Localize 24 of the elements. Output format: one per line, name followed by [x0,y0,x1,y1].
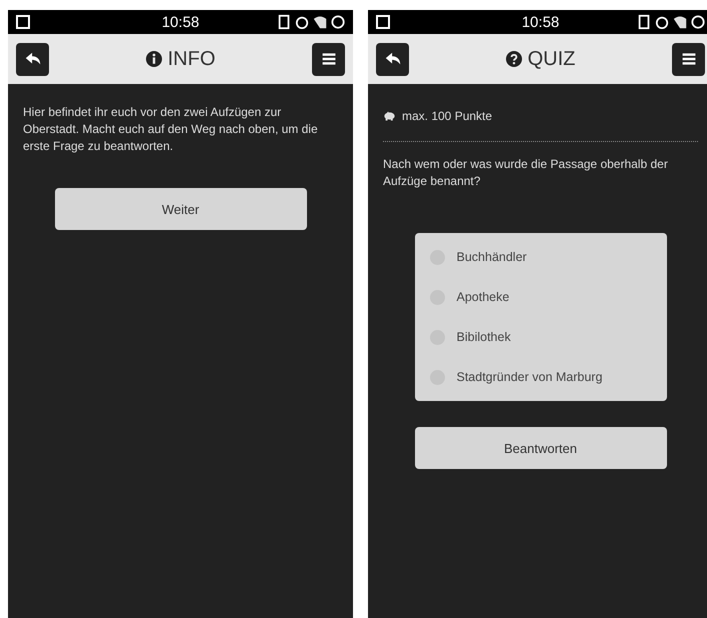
screen-title: INFO [168,48,216,70]
status-time: 10:58 [160,14,200,30]
menu-button[interactable] [672,42,705,76]
piggy-bank-icon [383,111,396,121]
continue-button[interactable]: Weiter [54,188,306,230]
answer-option[interactable]: Buchhändler [430,237,652,277]
answer-option[interactable]: Bibilothek [430,317,652,357]
answer-option[interactable]: Apotheke [430,277,652,317]
answer-button[interactable]: Beantworten [414,427,666,469]
answer-option[interactable]: Stadtgründer von Marburg [430,357,652,397]
back-button[interactable] [16,42,49,76]
square-icon [376,15,390,29]
menu-button[interactable] [312,42,345,76]
status-time: 10:58 [520,14,560,30]
points-label: max. 100 Punkte [402,109,492,123]
info-text: Hier befindet ihr euch vor den zwei Aufzügen zur Oberstadt. Macht euch auf den Weg nach oben, um die erste Frage zu beantworten. [23,104,319,155]
menu-icon [680,51,696,67]
screen-title: QUIZ [528,48,576,70]
square-icon [16,15,30,29]
menu-icon [320,51,336,67]
help-icon [506,51,522,67]
info-icon [146,51,162,67]
question-text: Nach wem oder was wurde die Passage oberhalb der Aufzüge benannt? [383,156,669,190]
back-button[interactable] [376,42,409,76]
